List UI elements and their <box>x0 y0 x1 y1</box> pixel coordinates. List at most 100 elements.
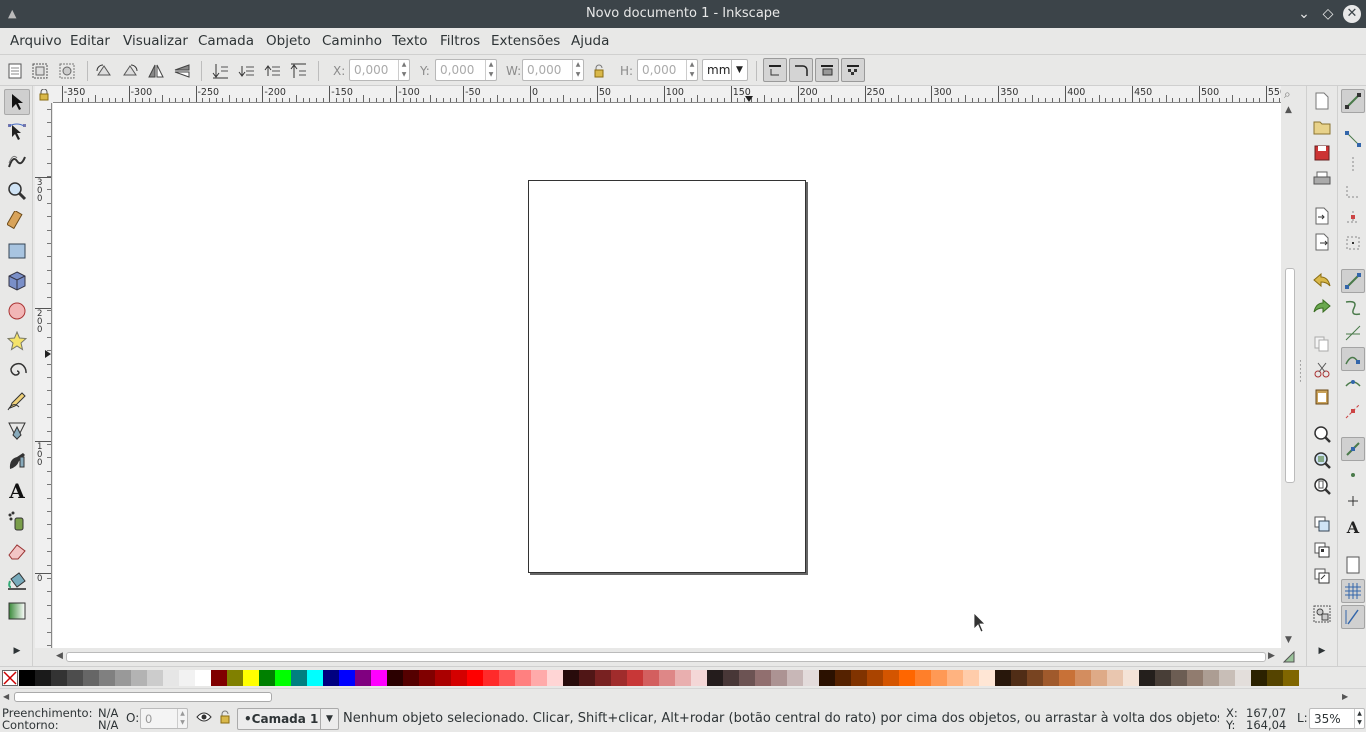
color-swatch[interactable] <box>1123 670 1139 686</box>
color-swatch[interactable] <box>291 670 307 686</box>
redo-icon[interactable] <box>1310 294 1334 318</box>
layer-dropdown-icon[interactable]: ▼ <box>320 709 338 729</box>
unit-dropdown-icon[interactable]: ▼ <box>731 60 747 80</box>
color-swatch[interactable] <box>403 670 419 686</box>
minimize-icon[interactable]: ⌄ <box>1295 5 1313 23</box>
x-field[interactable]: 0,000 ▲ ▼ <box>349 59 410 81</box>
duplicate-icon[interactable] <box>1310 512 1334 536</box>
menu-editar[interactable]: Editar <box>70 33 110 49</box>
flip-vertical-icon[interactable] <box>171 60 193 82</box>
opacity-field[interactable]: 0 ▲ ▼ <box>140 708 188 729</box>
save-icon[interactable] <box>1310 141 1334 165</box>
color-swatch[interactable] <box>611 670 627 686</box>
color-swatch[interactable] <box>995 670 1011 686</box>
sticky-zoom-icon[interactable] <box>1282 650 1295 667</box>
color-swatch[interactable] <box>163 670 179 686</box>
menu-visualizar[interactable]: Visualizar <box>123 33 188 49</box>
color-swatch[interactable] <box>723 670 739 686</box>
color-swatch[interactable] <box>755 670 771 686</box>
snap-bbox-icon[interactable] <box>1341 127 1365 151</box>
color-swatch[interactable] <box>707 670 723 686</box>
star-tool-icon[interactable] <box>4 328 30 354</box>
lower-icon[interactable] <box>235 60 257 82</box>
dock-handle-icon[interactable]: · · · · · · <box>1299 358 1302 387</box>
zoom-tool-icon[interactable] <box>4 178 30 204</box>
stroke-indicator[interactable]: N/A <box>98 718 118 732</box>
menu-extensoes[interactable]: Extensões <box>491 33 560 49</box>
lock-icon[interactable] <box>588 60 610 82</box>
y-field[interactable]: 0,000 ▲ ▼ <box>435 59 497 81</box>
menu-camada[interactable]: Camada <box>198 33 254 49</box>
drawing-canvas[interactable] <box>53 103 1281 648</box>
color-swatch[interactable] <box>675 670 691 686</box>
copy-icon[interactable] <box>1310 332 1334 356</box>
menu-texto[interactable]: Texto <box>392 33 428 49</box>
pen-tool-icon[interactable] <box>4 418 30 444</box>
color-swatch[interactable] <box>979 670 995 686</box>
horizontal-ruler[interactable]: -350 -300 -250 -200 -150 -100 -50 0 50 100 150 200 2… <box>53 86 1281 103</box>
color-swatch[interactable] <box>1059 670 1075 686</box>
flip-horizontal-icon[interactable] <box>145 60 167 82</box>
color-swatch[interactable] <box>1267 670 1283 686</box>
color-swatch[interactable] <box>355 670 371 686</box>
snap-object-centers-icon[interactable] <box>1341 463 1365 487</box>
layer-select[interactable]: •Camada 1 ▼ <box>237 708 339 730</box>
x-spin-icon[interactable]: ▲ ▼ <box>398 60 409 80</box>
color-swatch[interactable] <box>67 670 83 686</box>
paste-icon[interactable] <box>1310 384 1334 408</box>
menu-ajuda[interactable]: Ajuda <box>571 33 609 49</box>
color-swatch[interactable] <box>515 670 531 686</box>
snap-line-midpoints-icon[interactable] <box>1341 399 1365 423</box>
snap-grid-icon[interactable] <box>1341 579 1365 603</box>
snap-guides-icon[interactable] <box>1341 605 1365 629</box>
eraser-tool-icon[interactable] <box>4 538 30 564</box>
color-swatch[interactable] <box>179 670 195 686</box>
color-swatch[interactable] <box>339 670 355 686</box>
palette-scrollbar[interactable]: ◀ ▶ <box>0 688 1366 705</box>
color-swatch[interactable] <box>851 670 867 686</box>
menu-filtros[interactable]: Filtros <box>440 33 480 49</box>
color-swatch[interactable] <box>771 670 787 686</box>
clone-icon[interactable] <box>1310 538 1334 562</box>
snap-nodes-icon[interactable] <box>1341 269 1365 293</box>
unit-select[interactable]: mm ▼ <box>702 59 748 81</box>
paint-bucket-tool-icon[interactable] <box>4 568 30 594</box>
color-swatch[interactable] <box>803 670 819 686</box>
color-swatch[interactable] <box>1043 670 1059 686</box>
color-swatch[interactable] <box>739 670 755 686</box>
import-icon[interactable] <box>1310 204 1334 228</box>
color-swatch[interactable] <box>787 670 803 686</box>
maximize-icon[interactable]: ◇ <box>1319 5 1337 23</box>
menu-caminho[interactable]: Caminho <box>322 33 382 49</box>
color-swatch[interactable] <box>1155 670 1171 686</box>
palette-scroll-thumb[interactable] <box>14 692 272 702</box>
color-swatch[interactable] <box>1107 670 1123 686</box>
scale-stroke-toggle[interactable] <box>763 58 787 82</box>
select-all-layers-icon[interactable] <box>29 60 51 82</box>
color-swatch[interactable] <box>531 670 547 686</box>
w-field[interactable]: 0,000 ▲ ▼ <box>522 59 584 81</box>
snap-bbox-centers-icon[interactable] <box>1341 231 1365 255</box>
color-swatch[interactable] <box>1171 670 1187 686</box>
color-swatch[interactable] <box>275 670 291 686</box>
color-swatch[interactable] <box>99 670 115 686</box>
color-swatch[interactable] <box>931 670 947 686</box>
color-swatch[interactable] <box>659 670 675 686</box>
3d-box-tool-icon[interactable] <box>4 268 30 294</box>
color-swatch[interactable] <box>243 670 259 686</box>
color-swatch[interactable] <box>1091 670 1107 686</box>
color-swatch[interactable] <box>1075 670 1091 686</box>
color-swatch[interactable] <box>915 670 931 686</box>
color-swatch[interactable] <box>1219 670 1235 686</box>
scroll-left-icon[interactable]: ◀ <box>56 651 63 661</box>
color-swatch[interactable] <box>1187 670 1203 686</box>
vertical-scroll-thumb[interactable] <box>1285 268 1295 483</box>
commands-more-icon[interactable]: ▶ <box>1310 639 1334 663</box>
group-icon[interactable] <box>1310 602 1334 626</box>
color-swatch[interactable] <box>259 670 275 686</box>
transform-patterns-toggle[interactable] <box>841 58 865 82</box>
scale-corners-toggle[interactable] <box>789 58 813 82</box>
menu-objeto[interactable]: Objeto <box>266 33 311 49</box>
color-swatch[interactable] <box>1235 670 1251 686</box>
color-swatch[interactable] <box>83 670 99 686</box>
